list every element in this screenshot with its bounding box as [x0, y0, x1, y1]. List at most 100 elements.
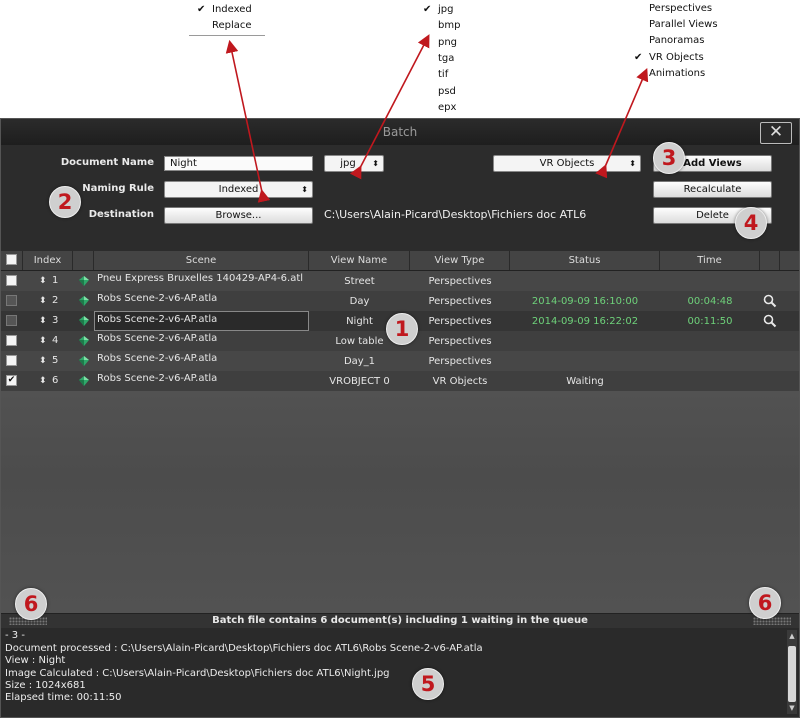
menu-item-vr-objects[interactable]: VR Objects [649, 52, 704, 63]
row-status [510, 351, 660, 371]
reorder-arrows-icon[interactable]: ⬍ [39, 331, 49, 351]
view-type-select[interactable]: VR Objects ⬍ [493, 155, 641, 172]
scroll-up-icon[interactable]: ▲ [788, 632, 796, 640]
column-header-blank [780, 251, 799, 270]
magnifier-icon[interactable] [763, 294, 777, 308]
row-index: 2 [52, 295, 59, 306]
row-scene: Pneu Express Bruxelles 140429-AP4-6.atl [97, 273, 304, 284]
menu-item-replace[interactable]: Replace [212, 20, 252, 31]
naming-rule-select[interactable]: Indexed ⬍ [164, 181, 313, 198]
callout-3: 3 [653, 142, 685, 174]
updown-arrows-icon: ⬍ [301, 185, 308, 194]
column-header-view-type[interactable]: View Type [410, 251, 510, 270]
row-checkbox[interactable] [6, 315, 17, 326]
table-row[interactable]: ✔ ⬍ 6 Robs Scene-2-v6-AP.atla VROBJECT 0 VR O… [1, 371, 799, 391]
column-header-icon [73, 251, 94, 270]
scroll-down-icon[interactable]: ▼ [788, 704, 796, 712]
reorder-arrows-icon[interactable]: ⬍ [39, 291, 49, 311]
menu-item-bmp[interactable]: bmp [438, 20, 460, 31]
document-name-label: Document Name [60, 157, 154, 168]
log-line: View : Night [5, 655, 66, 666]
batch-window: Batch ✕ Document Name Night Naming Rule … [0, 118, 800, 718]
row-view-name: VROBJECT 0 [329, 376, 390, 387]
callout-2: 2 [49, 186, 81, 218]
naming-rule-value: Indexed [218, 184, 259, 195]
browse-button[interactable]: Browse... [164, 207, 313, 224]
row-checkbox[interactable] [6, 275, 17, 286]
row-view-type: Perspectives [428, 336, 492, 347]
table-row[interactable]: ⬍ 5 Robs Scene-2-v6-AP.atla Day_1 Perspectiv… [1, 351, 799, 371]
column-header-scene[interactable]: Scene [94, 251, 309, 270]
log-line: Image Calculated : C:\Users\Alain-Picard… [5, 668, 390, 679]
log-panel: - 3 - Document processed : C:\Users\Alai… [1, 628, 799, 717]
row-checkbox[interactable] [6, 335, 17, 346]
menu-item-parallel-views[interactable]: Parallel Views [649, 19, 718, 30]
table-header: Index Scene View Name View Type Status T… [1, 251, 799, 271]
menu-item-indexed[interactable]: Indexed [212, 4, 252, 15]
reorder-arrows-icon[interactable]: ⬍ [39, 371, 49, 391]
row-view-type: Perspectives [428, 276, 492, 287]
scene-gem-icon [79, 316, 89, 326]
row-checkbox[interactable] [6, 355, 17, 366]
resize-grip-right[interactable] [753, 617, 791, 625]
menu-item-png[interactable]: png [438, 37, 457, 48]
close-button[interactable]: ✕ [760, 122, 792, 144]
select-all-cell [1, 251, 23, 270]
row-time [660, 371, 760, 391]
log-scrollbar[interactable]: ▲ ▼ [787, 630, 797, 714]
row-index: 6 [52, 375, 59, 386]
updown-arrows-icon: ⬍ [629, 159, 636, 168]
row-view-name: Day_1 [343, 356, 376, 367]
row-view-type: Perspectives [428, 316, 492, 327]
menu-item-animations[interactable]: Animations [649, 68, 705, 79]
scrollbar-thumb[interactable] [788, 646, 796, 702]
row-view-type: Perspectives [428, 296, 492, 307]
column-header-time[interactable]: Time [660, 251, 760, 270]
format-select[interactable]: jpg ⬍ [324, 155, 384, 172]
menu-item-psd[interactable]: psd [438, 86, 456, 97]
row-index: 1 [52, 275, 59, 286]
table-row[interactable]: ⬍ 2 Robs Scene-2-v6-AP.atla Day Perspectives… [1, 291, 799, 311]
menu-item-epx[interactable]: epx [438, 102, 456, 113]
column-header-view-name[interactable]: View Name [309, 251, 410, 270]
row-index: 5 [52, 355, 59, 366]
reorder-arrows-icon[interactable]: ⬍ [39, 311, 49, 331]
menu-item-panoramas[interactable]: Panoramas [649, 35, 704, 46]
scene-gem-icon [79, 296, 89, 306]
row-scene: Robs Scene-2-v6-AP.atla [97, 353, 218, 364]
row-time [660, 351, 760, 371]
row-view-type: Perspectives [428, 356, 492, 367]
row-index: 4 [52, 335, 59, 346]
document-name-field[interactable]: Night [164, 156, 313, 171]
menu-item-perspectives[interactable]: Perspectives [649, 3, 712, 14]
row-index: 3 [52, 315, 59, 326]
magnifier-icon[interactable] [763, 314, 777, 328]
row-scene: Robs Scene-2-v6-AP.atla [97, 333, 218, 344]
table-row[interactable]: ⬍ 1 Pneu Express Bruxelles 140429-AP4-6.at… [1, 271, 799, 291]
view-type-value: VR Objects [539, 158, 595, 169]
checkmark-icon: ✔ [197, 4, 206, 15]
destination-path: C:\Users\Alain-Picard\Desktop\Fichiers d… [324, 208, 587, 221]
row-status: 2014-09-09 16:22:02 [531, 316, 639, 327]
menu-item-tif[interactable]: tif [438, 69, 448, 80]
recalculate-button[interactable]: Recalculate [653, 181, 772, 198]
log-line: Size : 1024x681 [5, 680, 86, 691]
checkmark-icon: ✔ [634, 52, 643, 63]
select-all-checkbox[interactable] [6, 254, 17, 265]
row-view-name: Street [344, 276, 375, 287]
row-checkbox[interactable] [6, 295, 17, 306]
callout-4: 4 [735, 207, 767, 239]
column-header-status[interactable]: Status [510, 251, 660, 270]
column-header-blank [760, 251, 780, 270]
row-checkbox[interactable]: ✔ [6, 375, 17, 386]
log-line: Document processed : C:\Users\Alain-Pica… [5, 643, 483, 654]
menu-item-tga[interactable]: tga [438, 53, 454, 64]
column-header-index[interactable]: Index [23, 251, 73, 270]
reorder-arrows-icon[interactable]: ⬍ [39, 351, 49, 371]
reorder-arrows-icon[interactable]: ⬍ [39, 271, 49, 291]
scene-gem-icon [79, 336, 89, 346]
menu-item-jpg[interactable]: jpg [438, 4, 453, 15]
updown-arrows-icon: ⬍ [372, 159, 379, 168]
row-status: Waiting [566, 376, 604, 387]
scene-gem-icon [79, 376, 89, 386]
